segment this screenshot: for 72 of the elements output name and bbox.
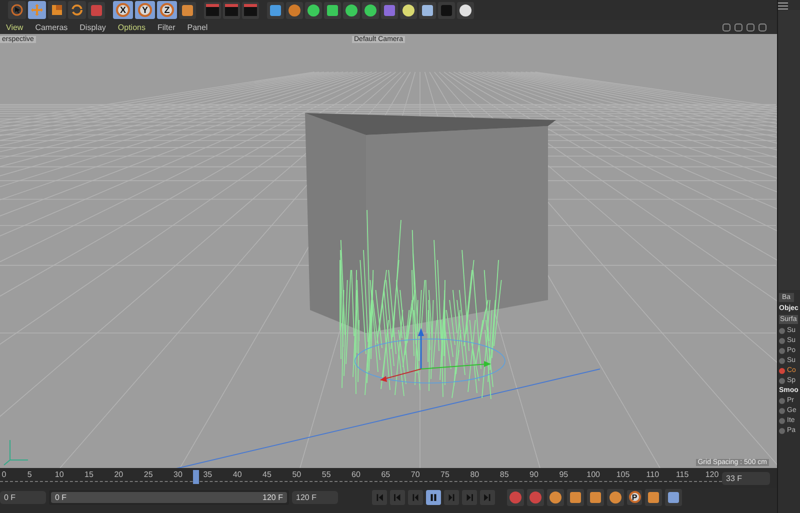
frame-number: 65 — [381, 470, 390, 479]
menu-item[interactable]: View — [6, 22, 24, 32]
frame-number: 35 — [203, 470, 212, 479]
axis-button[interactable]: X — [113, 1, 133, 19]
clapboard-icon[interactable] — [242, 2, 259, 18]
frame-number: 85 — [500, 470, 509, 479]
world-axis-icon — [4, 440, 28, 466]
timeline-ruler[interactable]: 0 5 10 15 20 25 30 35 40 45 50 55 60 65 70 75 80 85 90 95 100 105 110 115 120 — [0, 468, 722, 488]
param-key-button[interactable]: P — [627, 490, 642, 504]
end-frame-field[interactable]: 120 F — [292, 490, 338, 504]
frame-number: 60 — [352, 470, 360, 479]
scale-box-icon[interactable] — [587, 488, 604, 506]
radio-dot[interactable] — [779, 348, 785, 354]
scale-box-icon — [51, 4, 63, 16]
radio-dot[interactable] — [779, 428, 785, 434]
menu-item[interactable]: Cameras — [35, 22, 68, 32]
menu-item[interactable]: Panel — [187, 22, 208, 32]
frame-number: 25 — [144, 470, 153, 479]
pause-icon — [428, 492, 439, 502]
frame-number: 75 — [440, 470, 450, 479]
frame-number: 15 — [84, 470, 94, 479]
menu-item[interactable]: Filter — [157, 22, 176, 32]
clapboard-icon[interactable] — [223, 2, 240, 18]
tool-button[interactable] — [48, 1, 66, 19]
sphere-icon[interactable] — [305, 2, 322, 18]
frame-number: 5 — [27, 470, 32, 479]
frame-number: 115 — [676, 470, 689, 479]
skip-back-icon — [392, 492, 403, 502]
frame-number: 105 — [616, 470, 630, 479]
frame-number: 10 — [54, 470, 64, 479]
frame-number: 30 — [174, 470, 182, 479]
skip-to-start-icon — [374, 492, 385, 502]
frame-number: 55 — [322, 470, 331, 479]
frame-number: 120 — [705, 470, 719, 479]
menu-item[interactable]: Display — [80, 22, 106, 32]
arrow-cursor-icon — [11, 4, 23, 16]
radio-dot[interactable] — [779, 328, 785, 334]
frame-number: 45 — [262, 470, 272, 479]
range-start-label: 0 F — [55, 492, 67, 502]
frame-number: 110 — [646, 470, 660, 479]
radio-dot[interactable] — [779, 358, 785, 364]
frame-number: 70 — [410, 470, 420, 479]
start-frame-field[interactable]: 0 F — [0, 490, 46, 504]
frame-number: 0 — [2, 470, 6, 479]
range-end-label: 120 F — [262, 492, 283, 502]
axis-button[interactable]: Y — [135, 1, 155, 19]
radio-dot[interactable] — [779, 418, 785, 424]
step-forward-icon — [446, 492, 457, 502]
playhead[interactable] — [192, 470, 199, 484]
radio-dot[interactable] — [779, 368, 785, 374]
transport-button[interactable] — [426, 490, 441, 504]
clapboard-icon[interactable] — [204, 2, 221, 18]
current-frame-field[interactable]: 33 F — [722, 472, 770, 484]
step-back-icon — [410, 492, 421, 502]
radio-dot[interactable] — [779, 398, 785, 404]
frame-number: 20 — [114, 470, 124, 479]
radio-dot[interactable] — [779, 408, 785, 414]
frame-number: 90 — [530, 470, 538, 479]
skip-forward-icon — [464, 492, 475, 502]
skip-to-end-icon — [482, 492, 493, 502]
radio-dot[interactable] — [779, 338, 785, 344]
frame-number: 80 — [470, 470, 480, 479]
frame-number: 95 — [559, 470, 568, 479]
axis-button[interactable]: Z — [157, 1, 177, 19]
menu-icon[interactable] — [778, 2, 788, 10]
menu-item[interactable]: Options — [118, 22, 146, 32]
frame-number: 50 — [292, 470, 302, 479]
frame-number: 100 — [586, 470, 600, 479]
radio-dot[interactable] — [779, 378, 785, 384]
tool-button[interactable] — [8, 1, 26, 19]
tool-button[interactable] — [68, 1, 86, 19]
frame-number: 40 — [232, 470, 242, 479]
